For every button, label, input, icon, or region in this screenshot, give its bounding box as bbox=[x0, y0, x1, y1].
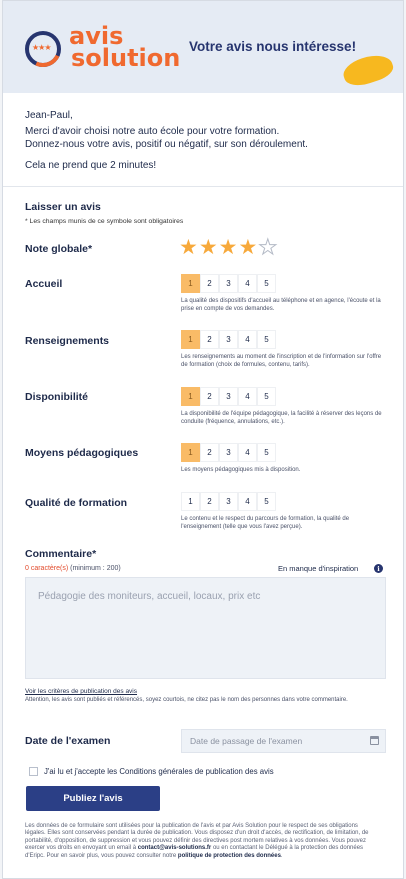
criterion-scale-renseignements: 12345 bbox=[181, 330, 276, 349]
scale-option-1[interactable]: 1 bbox=[181, 492, 200, 511]
char-counter: 0 caractère(s) (minimum : 200) bbox=[25, 565, 121, 572]
criterion-scale-moyens: 12345 bbox=[181, 443, 276, 462]
logo-line-2: solution bbox=[71, 44, 181, 72]
scale-option-4[interactable]: 4 bbox=[238, 387, 257, 406]
terms-link[interactable]: Conditions générales de publication des … bbox=[119, 767, 273, 776]
scale-option-2[interactable]: 2 bbox=[200, 492, 219, 511]
scale-option-5[interactable]: 5 bbox=[257, 330, 276, 349]
criterion-label-qualite: Qualité de formation bbox=[25, 497, 128, 509]
criterion-desc-disponibilite: La disponibilité de l'équipe pédagogique… bbox=[181, 411, 382, 425]
header: ★★★ avis solution Votre avis nous intére… bbox=[3, 1, 403, 93]
criterion-label-renseignements: Renseignements bbox=[25, 335, 110, 347]
scale-option-4[interactable]: 4 bbox=[238, 443, 257, 462]
contact-email-link[interactable]: contact@avis-solutions.fr bbox=[138, 845, 212, 851]
overall-rating-stars: ★ ★ ★ ★ ★ bbox=[179, 237, 278, 259]
decorative-blob bbox=[340, 49, 396, 91]
publication-criteria-link[interactable]: Voir les critères de publication des avi… bbox=[25, 688, 137, 695]
divider bbox=[3, 186, 403, 187]
scale-option-1[interactable]: 1 bbox=[181, 274, 200, 293]
exam-date-input[interactable] bbox=[181, 729, 386, 753]
scale-option-4[interactable]: 4 bbox=[238, 274, 257, 293]
criterion-desc-renseignements: Les renseignements au moment de l'inscri… bbox=[181, 354, 382, 368]
scale-option-4[interactable]: 4 bbox=[238, 492, 257, 511]
criterion-scale-qualite: 12345 bbox=[181, 492, 276, 511]
scale-option-2[interactable]: 2 bbox=[200, 443, 219, 462]
star-empty-icon[interactable]: ★ bbox=[258, 237, 278, 259]
review-page: ★★★ avis solution Votre avis nous intére… bbox=[2, 0, 404, 879]
calendar-icon[interactable] bbox=[370, 736, 379, 745]
intro-line-1: Merci d'avoir choisi notre auto école po… bbox=[25, 125, 280, 137]
scale-option-3[interactable]: 3 bbox=[219, 443, 238, 462]
criterion-label-disponibilite: Disponibilité bbox=[25, 391, 88, 403]
comment-textarea[interactable] bbox=[25, 577, 386, 679]
logo-stars-icon: ★★★ bbox=[32, 43, 51, 52]
exam-date-label: Date de l'examen bbox=[25, 735, 111, 747]
scale-option-3[interactable]: 3 bbox=[219, 330, 238, 349]
submit-button[interactable]: Publiez l'avis bbox=[26, 786, 160, 811]
scale-option-1[interactable]: 1 bbox=[181, 387, 200, 406]
criterion-scale-disponibilite: 12345 bbox=[181, 387, 276, 406]
inspiration-link[interactable]: En manque d'inspiration bbox=[278, 564, 358, 573]
criterion-scale-accueil: 12345 bbox=[181, 274, 276, 293]
char-count-min: (minimum : 200) bbox=[70, 565, 121, 572]
scale-option-4[interactable]: 4 bbox=[238, 330, 257, 349]
star-filled-icon[interactable]: ★ bbox=[238, 237, 257, 258]
scale-option-5[interactable]: 5 bbox=[257, 274, 276, 293]
scale-option-1[interactable]: 1 bbox=[181, 443, 200, 462]
logo: avis solution bbox=[69, 24, 181, 72]
criterion-desc-moyens: Les moyens pédagogiques mis à dispositio… bbox=[181, 467, 301, 473]
header-tagline: Votre avis nous intéresse! bbox=[189, 39, 357, 54]
criterion-desc-qualite: Le contenu et le respect du parcours de … bbox=[181, 516, 350, 530]
scale-option-5[interactable]: 5 bbox=[257, 387, 276, 406]
info-icon[interactable]: i bbox=[374, 564, 383, 573]
scale-option-1[interactable]: 1 bbox=[181, 330, 200, 349]
terms-label: J'ai lu et j'accepte les Conditions géné… bbox=[44, 767, 274, 776]
criterion-label-accueil: Accueil bbox=[25, 278, 63, 290]
intro-message: Jean-Paul, Merci d'avoir choisi notre au… bbox=[25, 109, 385, 172]
legal-end: . bbox=[280, 852, 283, 859]
scale-option-5[interactable]: 5 bbox=[257, 443, 276, 462]
star-filled-icon[interactable]: ★ bbox=[179, 237, 198, 258]
criterion-desc-accueil: La qualité des dispositifs d'accueil au … bbox=[181, 298, 381, 312]
intro-line-3: Cela ne prend que 2 minutes! bbox=[25, 159, 157, 171]
comment-label: Commentaire* bbox=[25, 548, 97, 560]
form-title: Laisser un avis bbox=[25, 201, 101, 213]
char-count-value: 0 caractère(s) bbox=[25, 565, 69, 572]
required-note: * Les champs munis de ce symbole sont ob… bbox=[25, 218, 184, 225]
attention-note: Attention, les avis sont publiés et réfé… bbox=[25, 697, 348, 703]
scale-option-2[interactable]: 2 bbox=[200, 330, 219, 349]
legal-notice: Les données de ce formulaire sont utilis… bbox=[25, 823, 380, 860]
terms-checkbox[interactable] bbox=[29, 767, 38, 776]
criterion-label-moyens: Moyens pédagogiques bbox=[25, 447, 139, 459]
greeting: Jean-Paul, bbox=[25, 110, 73, 121]
scale-option-5[interactable]: 5 bbox=[257, 492, 276, 511]
intro-line-2: Donnez-nous votre avis, positif ou négat… bbox=[25, 139, 308, 150]
star-filled-icon[interactable]: ★ bbox=[219, 237, 238, 258]
scale-option-3[interactable]: 3 bbox=[219, 387, 238, 406]
scale-option-2[interactable]: 2 bbox=[200, 274, 219, 293]
privacy-policy-link[interactable]: politique de protection des données bbox=[178, 853, 281, 859]
star-filled-icon[interactable]: ★ bbox=[199, 237, 218, 258]
scale-option-2[interactable]: 2 bbox=[200, 387, 219, 406]
scale-option-3[interactable]: 3 bbox=[219, 274, 238, 293]
overall-rating-label: Note globale* bbox=[25, 243, 93, 255]
terms-prefix: J'ai lu et j'accepte les bbox=[44, 767, 118, 776]
scale-option-3[interactable]: 3 bbox=[219, 492, 238, 511]
